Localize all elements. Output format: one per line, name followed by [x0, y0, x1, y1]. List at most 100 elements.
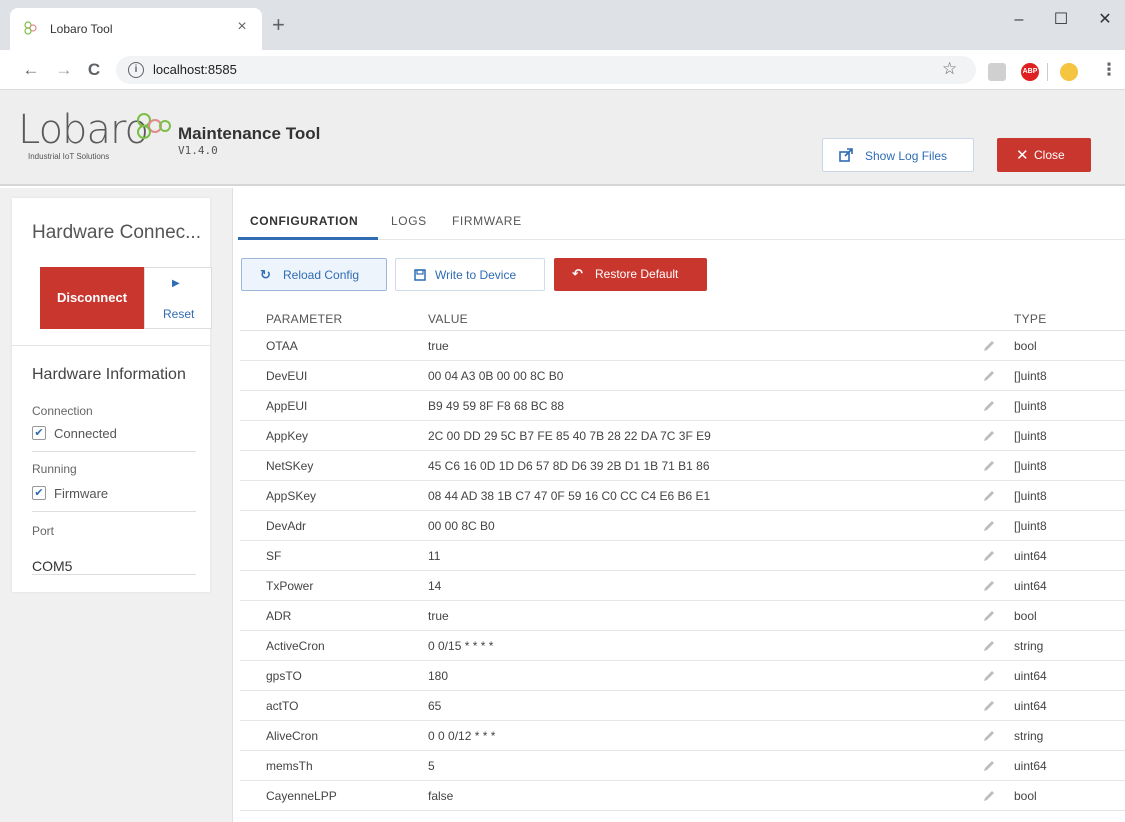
parameter-cell: memsTh — [266, 759, 313, 773]
tab-close-icon[interactable]: × — [232, 18, 252, 36]
external-link-icon — [839, 148, 853, 162]
lobaro-logo-icon — [137, 113, 171, 139]
table-row[interactable]: AppSKey 08 44 AD 38 1B C7 47 0F 59 16 C0 … — [240, 481, 1125, 511]
play-icon: ▶ — [172, 278, 180, 289]
show-log-files-button[interactable]: Show Log Files — [822, 138, 974, 172]
write-to-device-button[interactable]: Write to Device — [395, 258, 545, 291]
value-cell[interactable]: false — [428, 789, 453, 803]
maximize-button[interactable]: ☐ — [1041, 6, 1081, 36]
type-cell: bool — [1014, 789, 1037, 803]
reload-config-button[interactable]: ↻ Reload Config — [241, 258, 387, 291]
value-cell[interactable]: B9 49 59 8F F8 68 BC 88 — [428, 399, 564, 413]
forward-button[interactable]: → — [53, 58, 75, 82]
tab-firmware[interactable]: FIRMWARE — [452, 214, 522, 228]
edit-pencil-icon[interactable] — [982, 759, 996, 773]
value-cell[interactable]: 11 — [428, 549, 440, 563]
edit-pencil-icon[interactable] — [982, 579, 996, 593]
close-button[interactable]: ✕ Close — [997, 138, 1091, 172]
running-label: Running — [32, 462, 77, 476]
toolbar-divider — [1047, 63, 1048, 81]
browser-tab[interactable]: Lobaro Tool × — [10, 8, 262, 50]
value-cell[interactable]: 180 — [428, 669, 448, 683]
app-header: Lobaro Industrial IoT Solutions Maintena… — [0, 90, 1125, 186]
bookmark-star-icon[interactable]: ☆ — [942, 59, 957, 79]
type-cell: []uint8 — [1014, 399, 1047, 413]
table-row[interactable]: AliveCron 0 0 0/12 * * * string — [240, 721, 1125, 751]
type-cell: []uint8 — [1014, 519, 1047, 533]
table-row[interactable]: NetSKey 45 C6 16 0D 1D D6 57 8D D6 39 2B … — [240, 451, 1125, 481]
logo-tagline: Industrial IoT Solutions — [28, 152, 110, 161]
parameter-cell: TxPower — [266, 579, 314, 593]
table-row[interactable]: DevAdr 00 00 8C B0 []uint8 — [240, 511, 1125, 541]
table-row[interactable]: memsTh 5 uint64 — [240, 751, 1125, 781]
browser-menu-icon[interactable]: ⋮ — [1098, 58, 1120, 82]
address-bar-row: ← → C i localhost:8585 ☆ ABP ⋮ — [0, 50, 1125, 90]
edit-pencil-icon[interactable] — [982, 489, 996, 503]
edit-pencil-icon[interactable] — [982, 609, 996, 623]
table-row[interactable]: AppEUI B9 49 59 8F F8 68 BC 88 []uint8 — [240, 391, 1125, 421]
divider — [32, 574, 196, 575]
edit-pencil-icon[interactable] — [982, 639, 996, 653]
table-row[interactable]: actTO 65 uint64 — [240, 691, 1125, 721]
content-divider — [232, 188, 233, 822]
minimize-button[interactable]: – — [999, 6, 1039, 36]
value-cell[interactable]: 65 — [428, 699, 441, 713]
edit-pencil-icon[interactable] — [982, 789, 996, 803]
back-button[interactable]: ← — [20, 58, 42, 82]
reset-button[interactable]: ▶ Reset — [144, 267, 212, 329]
value-cell[interactable]: 5 — [428, 759, 435, 773]
parameter-cell: DevEUI — [266, 369, 308, 383]
disconnect-button[interactable]: Disconnect — [40, 267, 144, 329]
value-cell[interactable]: true — [428, 339, 449, 353]
tab-configuration[interactable]: CONFIGURATION — [250, 214, 358, 228]
hardware-panel: Hardware Connec... Disconnect ▶ Reset Ha… — [12, 198, 212, 592]
adblock-icon[interactable]: ABP — [1021, 63, 1039, 81]
edit-pencil-icon[interactable] — [982, 549, 996, 563]
tab-logs[interactable]: LOGS — [391, 214, 427, 228]
site-info-icon[interactable]: i — [128, 62, 144, 78]
edit-pencil-icon[interactable] — [982, 369, 996, 383]
edit-pencil-icon[interactable] — [982, 339, 996, 353]
parameter-cell: SF — [266, 549, 282, 563]
table-row[interactable]: AppKey 2C 00 DD 29 5C B7 FE 85 40 7B 28 2… — [240, 421, 1125, 451]
show-log-files-label: Show Log Files — [865, 149, 948, 163]
type-cell: uint64 — [1014, 759, 1047, 773]
value-cell[interactable]: 45 C6 16 0D 1D D6 57 8D D6 39 2B D1 1B 7… — [428, 459, 710, 473]
restore-default-button[interactable]: ↶ Restore Default — [554, 258, 707, 291]
omnibox[interactable]: i localhost:8585 ☆ — [116, 56, 976, 84]
table-row[interactable]: ActiveCron 0 0/15 * * * * string — [240, 631, 1125, 661]
table-row[interactable]: DevEUI 00 04 A3 0B 00 00 8C B0 []uint8 — [240, 361, 1125, 391]
reload-button[interactable]: C — [83, 58, 105, 82]
table-row[interactable]: SF 11 uint64 — [240, 541, 1125, 571]
value-cell[interactable]: 00 00 8C B0 — [428, 519, 495, 533]
parameter-cell: DevAdr — [266, 519, 307, 533]
table-row[interactable]: OTAA true bool — [240, 331, 1125, 361]
tab-bar: CONFIGURATION LOGS FIRMWARE — [238, 198, 1125, 240]
new-tab-button[interactable]: + — [272, 14, 285, 36]
edit-pencil-icon[interactable] — [982, 699, 996, 713]
value-cell[interactable]: 00 04 A3 0B 00 00 8C B0 — [428, 369, 563, 383]
url-text[interactable]: localhost:8585 — [153, 62, 237, 77]
edit-pencil-icon[interactable] — [982, 729, 996, 743]
emoji-extension-icon[interactable] — [1060, 63, 1078, 81]
edit-pencil-icon[interactable] — [982, 519, 996, 533]
value-cell[interactable]: 08 44 AD 38 1B C7 47 0F 59 16 C0 CC C4 E… — [428, 489, 710, 503]
table-row[interactable]: TxPower 14 uint64 — [240, 571, 1125, 601]
type-cell: []uint8 — [1014, 429, 1047, 443]
edit-pencil-icon[interactable] — [982, 429, 996, 443]
value-cell[interactable]: true — [428, 609, 449, 623]
parameter-cell: NetSKey — [266, 459, 314, 473]
value-cell[interactable]: 14 — [428, 579, 441, 593]
value-cell[interactable]: 0 0 0/12 * * * — [428, 729, 495, 743]
table-row[interactable]: ADR true bool — [240, 601, 1125, 631]
table-row[interactable]: CayenneLPP false bool — [240, 781, 1125, 811]
value-cell[interactable]: 0 0/15 * * * * — [428, 639, 493, 653]
edit-pencil-icon[interactable] — [982, 669, 996, 683]
divider — [12, 345, 210, 346]
pdf-extension-icon[interactable] — [988, 63, 1006, 81]
value-cell[interactable]: 2C 00 DD 29 5C B7 FE 85 40 7B 28 22 DA 7… — [428, 429, 711, 443]
window-close-button[interactable]: ✕ — [1085, 6, 1125, 36]
edit-pencil-icon[interactable] — [982, 459, 996, 473]
edit-pencil-icon[interactable] — [982, 399, 996, 413]
table-row[interactable]: gpsTO 180 uint64 — [240, 661, 1125, 691]
